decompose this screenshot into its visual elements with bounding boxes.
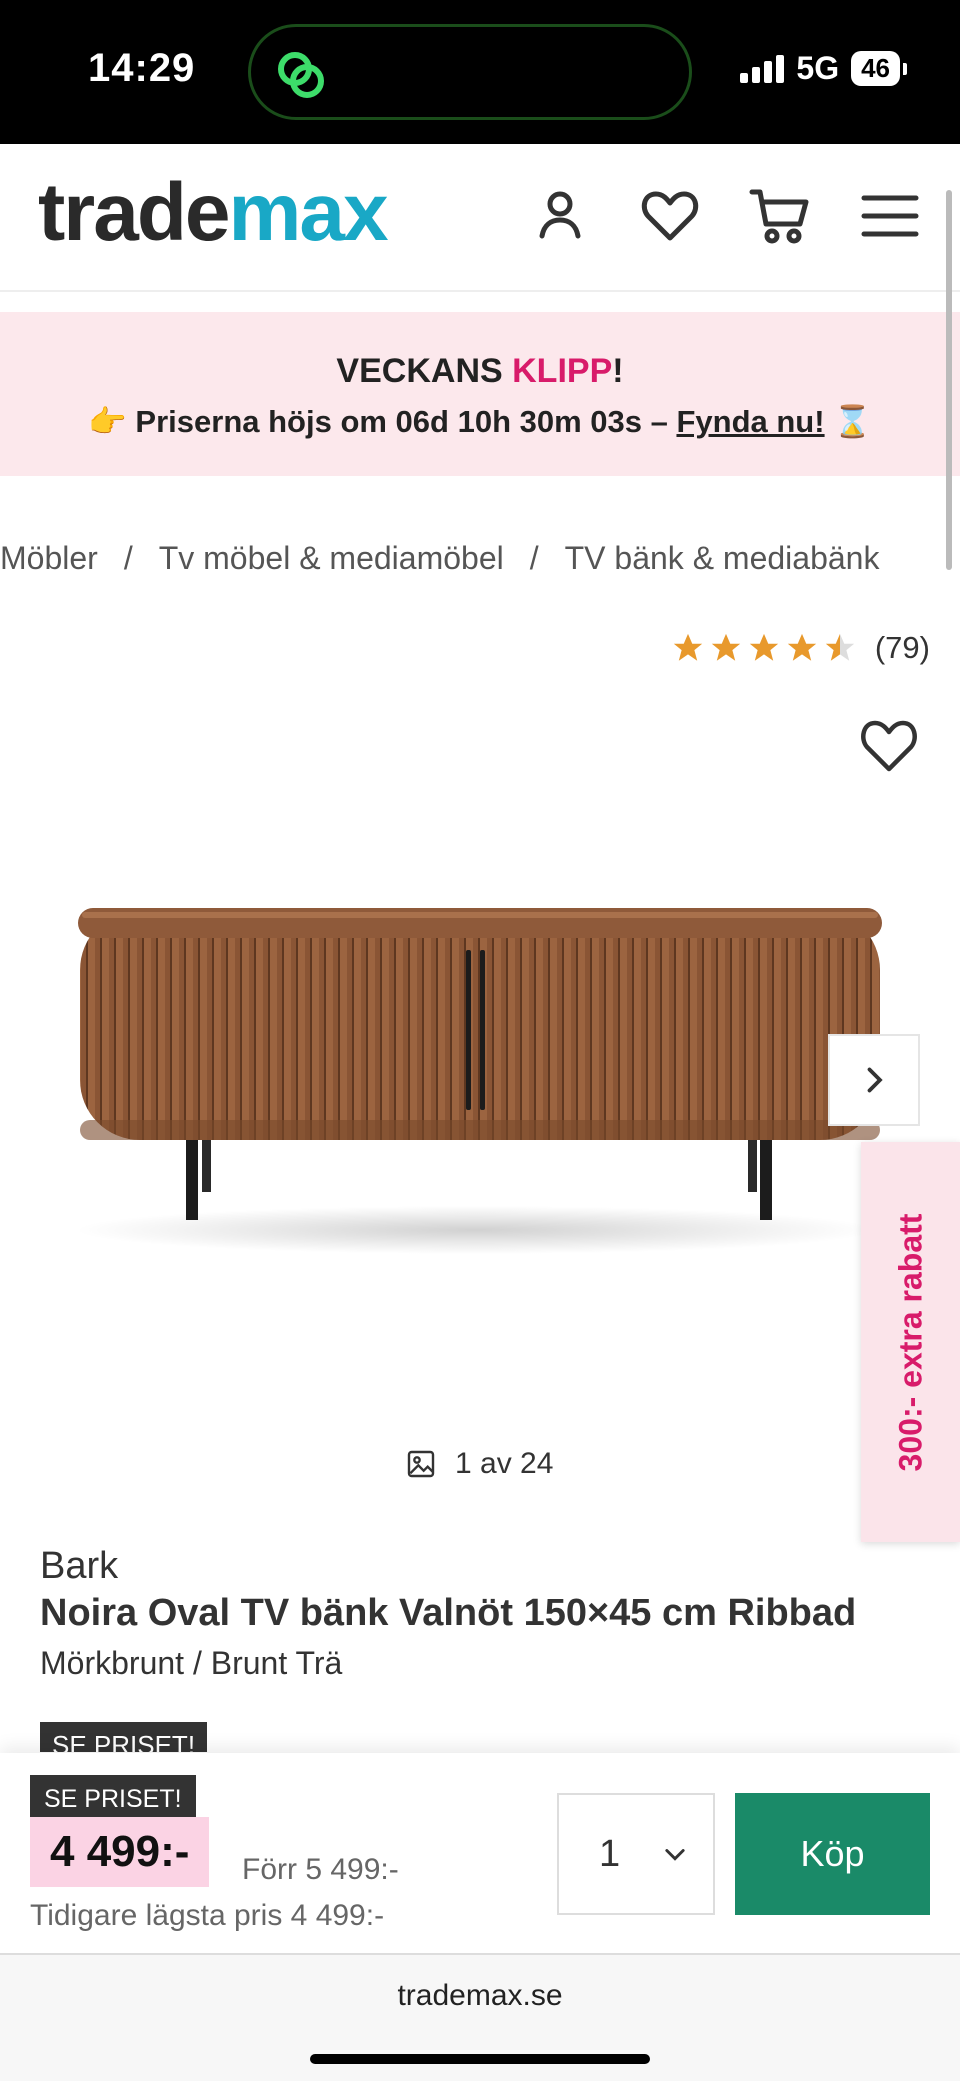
promo-link[interactable]: Fynda nu! (676, 404, 824, 439)
breadcrumb-item-tv-bank[interactable]: TV bänk & mediabänk (565, 540, 880, 577)
logo-text-trade: trade (38, 167, 231, 258)
promo-title: VECKANS KLIPP! (0, 352, 960, 391)
sticky-buy-bar: SE PRISET! 4 499:- Förr 5 499:- Tidigare… (0, 1753, 960, 1955)
rating-count: (79) (874, 630, 930, 665)
browser-url-bar[interactable]: trademax.se (0, 1955, 960, 2081)
chevron-down-icon (665, 1849, 685, 1861)
header-icons (528, 184, 922, 248)
product-rating[interactable]: (79) (671, 630, 930, 666)
site-header: trademax (0, 144, 960, 292)
logo-text-max: max (228, 167, 389, 258)
favorite-heart-icon[interactable] (856, 715, 922, 775)
menu-icon[interactable] (858, 184, 922, 248)
current-price: 4 499:- (30, 1817, 210, 1887)
product-image[interactable] (60, 880, 890, 1260)
breadcrumb-item-mobler[interactable]: Möbler (0, 540, 98, 577)
breadcrumb: Möbler / Tv möbel & mediamöbel / TV bänk… (0, 540, 879, 577)
pointing-hand-icon: 👉 (88, 404, 127, 439)
quantity-select[interactable]: 1 (557, 1793, 715, 1915)
signal-icon (740, 54, 785, 83)
quantity-value: 1 (599, 1832, 621, 1875)
buy-button[interactable]: Köp (735, 1793, 930, 1915)
extra-discount-label: 300:- extra rabatt (892, 1213, 929, 1471)
half-star-icon (825, 633, 855, 661)
image-counter: 1 av 24 (405, 1447, 553, 1481)
hourglass-icon: ⌛ (833, 404, 872, 439)
star-icon (787, 633, 817, 661)
promo-title-part1: VECKANS (336, 352, 513, 390)
wishlist-heart-icon[interactable] (638, 184, 702, 248)
status-time: 14:29 (88, 46, 196, 90)
image-counter-text: 1 av 24 (455, 1447, 554, 1480)
status-bar: 14:29 5G 46 (0, 0, 960, 144)
star-icon (749, 633, 779, 661)
lowest-price: Tidigare lägsta pris 4 499:- (30, 1899, 385, 1932)
account-icon[interactable] (528, 184, 592, 248)
promo-title-part2: ! (612, 352, 624, 390)
promo-countdown: 👉 Priserna höjs om 06d 10h 30m 03s – Fyn… (0, 403, 960, 440)
product-variant: Mörkbrunt / Brunt Trä (40, 1645, 343, 1681)
scrollbar[interactable] (946, 190, 952, 570)
old-price: Förr 5 499:- (242, 1853, 399, 1886)
breadcrumb-separator: / (529, 540, 539, 576)
promo-banner[interactable]: VECKANS KLIPP! 👉 Priserna höjs om 06d 10… (0, 312, 960, 476)
rating-stars (671, 631, 857, 665)
url-text: trademax.se (397, 1979, 563, 2012)
network-label: 5G (796, 50, 840, 86)
promo-countdown-text: Priserna höjs om 06d 10h 30m 03s – (135, 404, 677, 439)
star-icon (673, 633, 703, 661)
gallery-next-button[interactable] (828, 1034, 920, 1126)
trademax-logo[interactable]: trademax (38, 172, 389, 254)
breadcrumb-separator: / (123, 540, 133, 576)
star-icon (711, 633, 741, 661)
breadcrumb-item-tv-mobel[interactable]: Tv möbel & mediamöbel (159, 540, 504, 577)
product-title: Noira Oval TV bänk Valnöt 150×45 cm Ribb… (40, 1592, 857, 1634)
image-icon (407, 1450, 435, 1478)
status-indicators: 5G 46 (740, 50, 907, 87)
battery-icon: 46 (851, 51, 907, 86)
dynamic-island (248, 24, 692, 120)
promo-title-accent: KLIPP (512, 352, 613, 390)
cart-icon[interactable] (748, 184, 812, 248)
home-indicator[interactable] (310, 2054, 650, 2064)
product-brand[interactable]: Bark (40, 1545, 118, 1588)
chevron-right-icon (867, 1067, 883, 1093)
link-icon (278, 52, 324, 98)
see-price-badge: SE PRISET! (40, 1722, 208, 1752)
extra-discount-tab[interactable]: 300:- extra rabatt (861, 1142, 960, 1542)
